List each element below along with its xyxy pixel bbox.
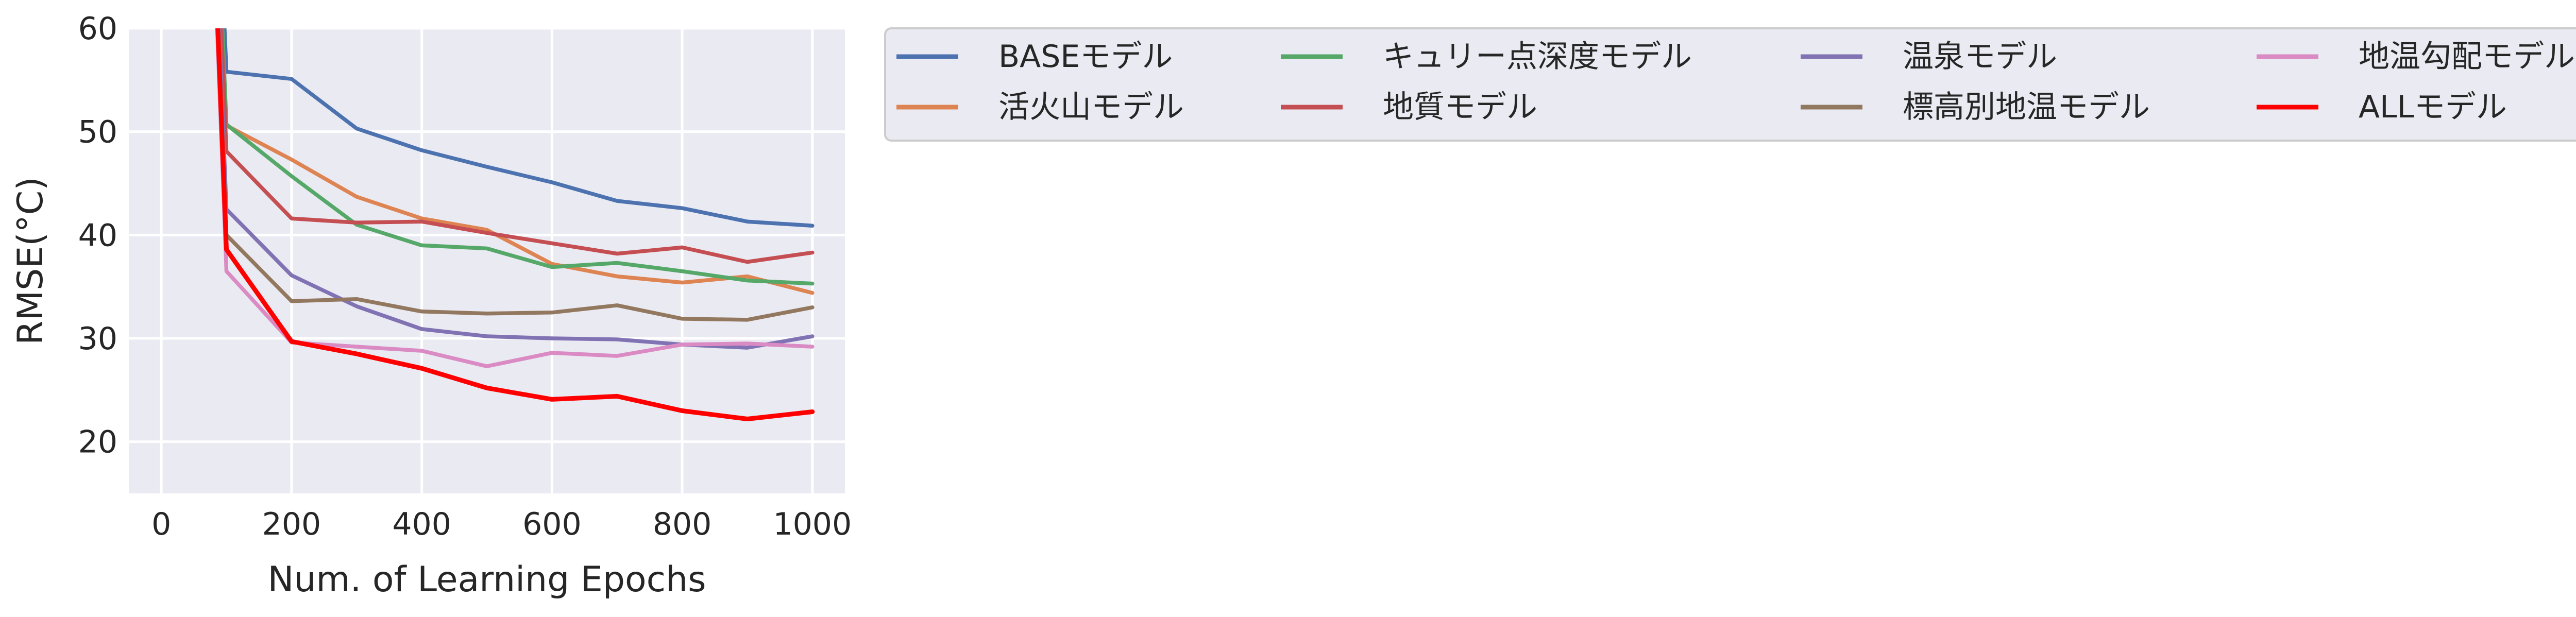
legend: BASEモデル活火山モデル キュリー点深度モデル地質モデル 温泉モデル標高別地温モデ…	[884, 27, 2576, 142]
y-tick-label: 60	[78, 11, 117, 47]
x-tick-label: 1000	[773, 506, 852, 542]
x-tick-label: 400	[392, 506, 451, 542]
x-tick-label: 800	[653, 506, 712, 542]
legend-label: 地質モデル	[1383, 89, 1537, 125]
x-tick-label: 200	[262, 506, 321, 542]
x-tick-label: 0	[151, 506, 171, 542]
y-tick-label: 40	[78, 217, 117, 253]
legend-label: 温泉モデル	[1903, 39, 2057, 75]
y-tick-label: 20	[78, 424, 117, 460]
y-axis-ticks: 20 30 40 50 60	[78, 11, 117, 460]
x-axis-label: Num. of Learning Epochs	[267, 559, 706, 600]
x-axis-ticks: 0 200 400 600 800 1000	[151, 506, 852, 542]
legend-label: 標高別地温モデル	[1903, 89, 2150, 125]
legend-label: 地温勾配モデル	[2359, 39, 2575, 75]
legend-label: BASEモデル	[998, 39, 1173, 75]
chart-svg: 0 200 400 600 800 1000 20 30 40 50 60 Num. of Lea…	[10, 11, 2576, 600]
rmse-line-chart: 0 200 400 600 800 1000 20 30 40 50 60 Num. of Lea…	[0, 0, 2576, 615]
y-tick-label: 30	[78, 321, 117, 357]
legend-label: キュリー点深度モデル	[1383, 39, 1692, 75]
x-tick-label: 600	[522, 506, 582, 542]
legend-label: ALLモデル	[2359, 89, 2507, 125]
y-tick-label: 50	[78, 114, 117, 150]
y-axis-label: RMSE(°C)	[10, 177, 51, 345]
legend-label: 活火山モデル	[998, 89, 1184, 125]
